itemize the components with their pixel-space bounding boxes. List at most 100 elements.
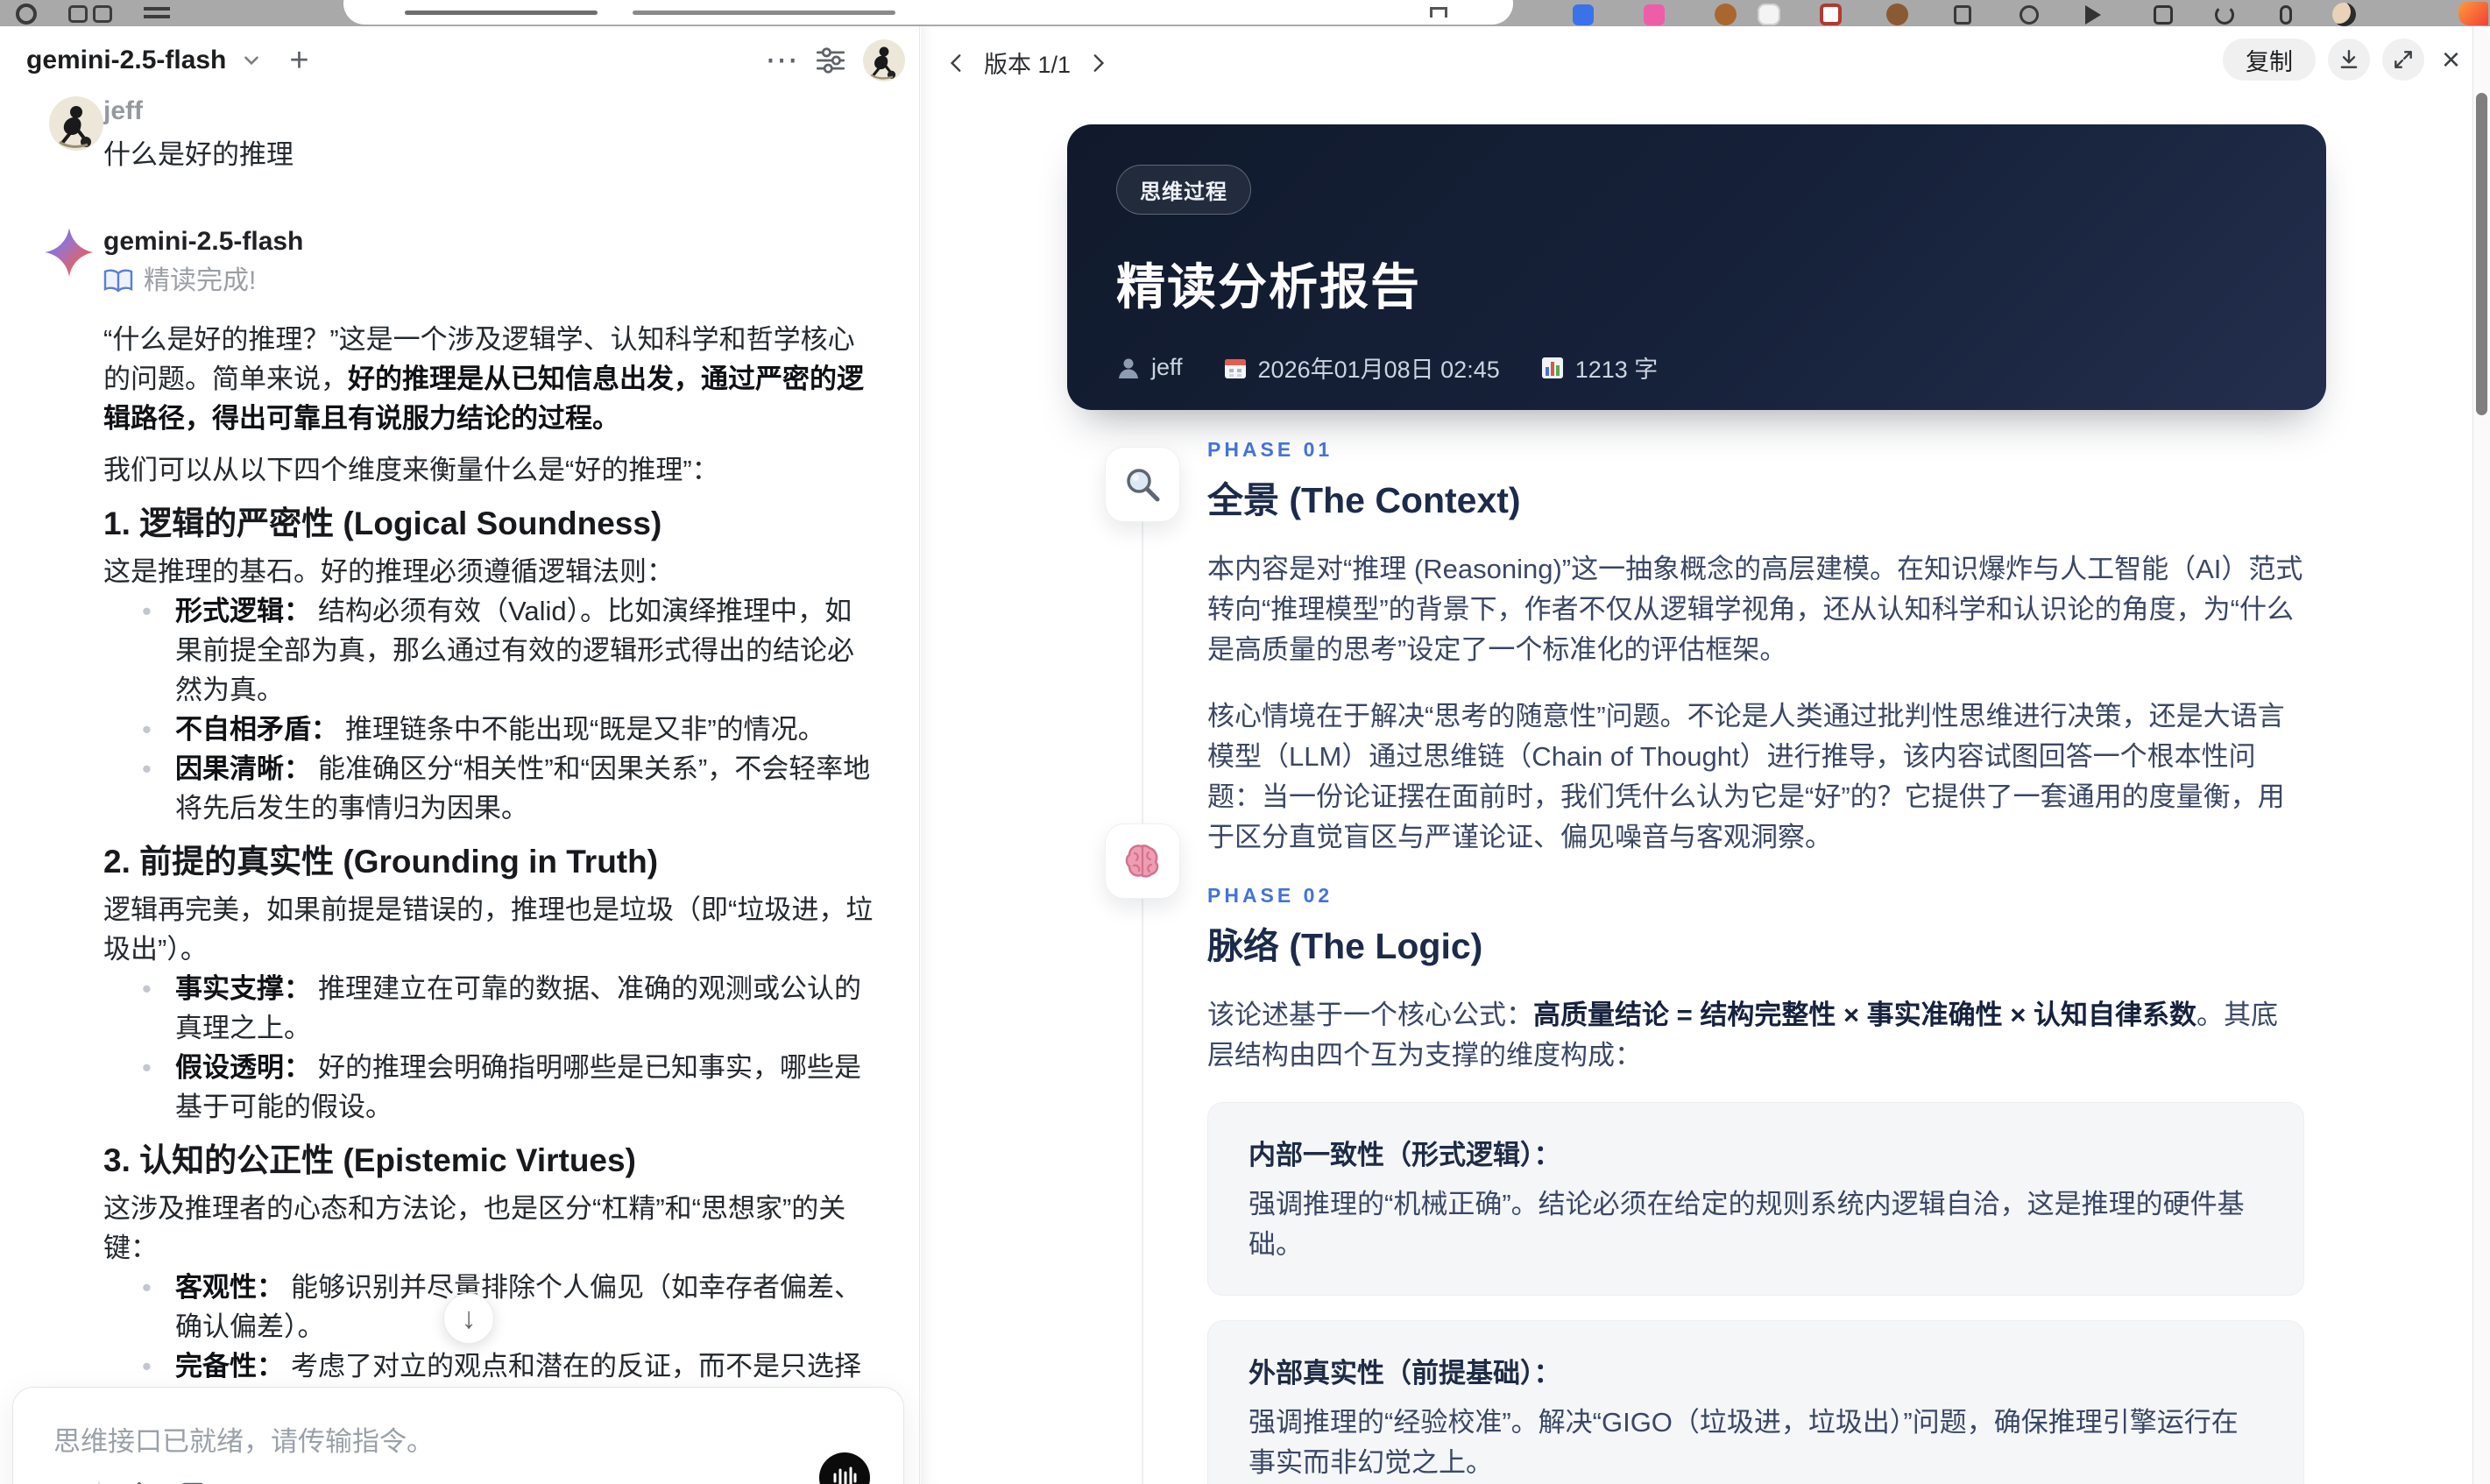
meta-author: jeff <box>1116 354 1183 381</box>
report-body: PHASE 01 全景 (The Context) 本内容是对“推理 (Reas… <box>1207 438 2304 1484</box>
download-button[interactable] <box>2327 39 2370 81</box>
magnifier-icon <box>1105 447 1180 522</box>
user-name: jeff <box>103 96 143 125</box>
section-desc: 这涉及推理者的心态和方法论，也是区分“杠精”和“思想家”的关键： <box>103 1193 846 1263</box>
report-badge: 思维过程 <box>1116 165 1251 215</box>
new-chat-button[interactable]: + <box>289 44 308 77</box>
section-heading: 1. 逻辑的严密性 (Logical Soundness) <box>103 505 662 541</box>
chat-message-list: jeff 什么是好的推理 gemini-2.5-flash 精读完成! “什么是… <box>0 82 919 1484</box>
extension-gray-icon[interactable] <box>1954 5 1971 25</box>
list-item: 事实支撑：推理建立在可靠的数据、准确的观测或公认的真理之上。 <box>103 969 874 1048</box>
dimension-card: 内部一致性（形式逻辑）： 强调推理的“机械正确”。结论必须在给定的规则系统内逻辑… <box>1207 1102 2304 1296</box>
download-icon <box>2340 50 2358 68</box>
bullet-list: 事实支撑：推理建立在可靠的数据、准确的观测或公认的真理之上。 假设透明：好的推理… <box>103 969 874 1127</box>
version-label: 版本 1/1 <box>984 52 1072 78</box>
close-button[interactable]: × <box>2442 39 2460 81</box>
tab-favicon-fragment[interactable] <box>16 4 37 25</box>
phase-timeline <box>1142 450 1143 1484</box>
copy-button[interactable]: 复制 <box>2222 39 2316 81</box>
profile-avatar[interactable] <box>2332 3 2356 26</box>
section-heading: 2. 前提的真实性 (Grounding in Truth) <box>103 844 659 880</box>
extension-blue-icon[interactable] <box>1573 4 1594 25</box>
extension-brown-icon[interactable] <box>1715 4 1737 25</box>
model-selector[interactable]: gemini-2.5-flash <box>26 46 226 75</box>
chevron-left-icon[interactable] <box>945 52 968 74</box>
phase1-paragraph: 核心情境在于解决“思考的随意性”问题。不论是人类通过批判性思维进行决策，还是大语… <box>1207 701 2285 852</box>
artifact-actions: 复制 × <box>2222 39 2460 81</box>
composer-placeholder: 思维接口已就绪，请传输指令。 <box>53 1426 434 1457</box>
url-text-fragment <box>405 11 598 15</box>
expand-button[interactable] <box>2381 39 2424 81</box>
version-nav: 版本 1/1 <box>945 46 1109 80</box>
artifact-panel: 版本 1/1 复制 × 思维过程 精读分析报告 jeff 2026年01月08日… <box>921 26 2490 1484</box>
open-book-icon <box>103 269 133 293</box>
card-title: 外部真实性（前提基础）： <box>1249 1358 1561 1389</box>
sparkle-diamonds-icon[interactable] <box>123 1480 156 1484</box>
page-scrollbar[interactable] <box>2472 26 2490 1484</box>
extension-play-icon[interactable] <box>2085 5 2101 25</box>
url-text-fragment2 <box>633 11 895 15</box>
attach-button[interactable]: + <box>53 1475 75 1484</box>
phase2-label: PHASE 02 <box>1207 884 1333 907</box>
phase1-label: PHASE 01 <box>1207 438 1333 461</box>
more-options-button[interactable]: ⋯ <box>765 44 798 77</box>
list-item: 形式逻辑：结构必须有效（Valid）。比如演绎推理中，如果前提全部为真，那么通过… <box>103 591 874 710</box>
extension-red-icon[interactable] <box>1820 4 1842 25</box>
composer-toolbar: + <box>53 1475 207 1484</box>
chevron-right-icon[interactable] <box>1086 52 1109 74</box>
expand-icon <box>2395 51 2412 68</box>
assistant-paragraph: 我们可以从以下四个维度来衡量什么是“好的推理”： <box>103 455 719 485</box>
message-composer[interactable]: 思维接口已就绪，请传输指令。 + <box>12 1387 904 1484</box>
bookmark-icon-fragment[interactable] <box>1430 7 1447 18</box>
bar-chart-icon <box>1541 357 1563 378</box>
chat-panel: gemini-2.5-flash + ⋯ jeff 什么是好的推理 gemini… <box>0 26 920 1484</box>
report-hero-card: 思维过程 精读分析报告 jeff 2026年01月08日 02:45 1213 … <box>1067 124 2326 410</box>
user-message-text: 什么是好的推理 <box>103 139 294 170</box>
browser-toolbar <box>0 0 2490 26</box>
extension-gray2-icon[interactable] <box>2020 5 2039 25</box>
scrollbar-thumb[interactable] <box>2476 93 2487 415</box>
browser-logo-orange[interactable] <box>2458 2 2488 25</box>
window-controls-fragment2[interactable] <box>93 5 112 23</box>
report-meta: jeff 2026年01月08日 02:45 1213 字 <box>1116 350 2277 385</box>
list-item: 不自相矛盾：推理链条中不能出现“既是又非”的情况。 <box>103 710 874 749</box>
extension-timer-icon[interactable] <box>2154 5 2173 25</box>
artifact-content: 思维过程 精读分析报告 jeff 2026年01月08日 02:45 1213 … <box>921 74 2490 1484</box>
extension-glyph-icon[interactable] <box>2280 5 2292 25</box>
app-window: gemini-2.5-flash + ⋯ jeff 什么是好的推理 gemini… <box>0 26 2490 1484</box>
section-heading: 3. 认知的公正性 (Epistemic Virtues) <box>103 1142 636 1178</box>
status-line: 精读完成! <box>103 264 874 299</box>
extension-brown2-icon[interactable] <box>1886 4 1908 25</box>
phase1-paragraph: 本内容是对“推理 (Reasoning)”这一抽象概念的高层建模。在知识爆炸与人… <box>1207 554 2303 665</box>
meta-date: 2026年01月08日 02:45 <box>1223 350 1500 385</box>
card-title: 内部一致性（形式逻辑）： <box>1249 1140 1561 1170</box>
settings-sliders-icon[interactable] <box>810 40 851 81</box>
address-bar[interactable] <box>343 0 1513 25</box>
extension-pink-icon[interactable] <box>1644 4 1665 25</box>
menu-icon[interactable] <box>144 7 170 11</box>
meta-word-count: 1213 字 <box>1540 350 1658 385</box>
phase2-title: 脉络 (The Logic) <box>1207 926 1483 966</box>
report-title: 精读分析报告 <box>1116 259 1421 314</box>
brain-icon <box>1105 823 1180 899</box>
chat-header: gemini-2.5-flash + ⋯ <box>0 26 919 82</box>
window-controls-fragment[interactable] <box>68 5 88 23</box>
chevron-down-icon[interactable] <box>240 49 263 72</box>
extension-white-icon[interactable] <box>1758 4 1780 25</box>
list-item: 假设透明：好的推理会明确指明哪些是已知事实，哪些是基于可能的假设。 <box>103 1048 874 1127</box>
dimension-card: 外部真实性（前提基础）： 强调推理的“经验校准”。解决“GIGO（垃圾进，垃圾出… <box>1207 1320 2304 1484</box>
list-item: 因果清晰：能准确区分“相关性”和“因果关系”，不会轻率地将先后发生的事情归为因果… <box>103 749 874 828</box>
user-avatar[interactable] <box>863 39 905 81</box>
bookmark-icon[interactable] <box>179 1480 207 1484</box>
person-icon <box>1119 358 1138 378</box>
card-body: 强调推理的“经验校准”。解决“GIGO（垃圾进，垃圾出）”问题，确保推理引擎运行… <box>1249 1407 2239 1478</box>
section-desc: 逻辑再完美，如果前提是错误的，推理也是垃圾（即“垃圾进，垃圾出”）。 <box>103 894 874 965</box>
user-avatar <box>49 96 103 151</box>
user-message: jeff 什么是好的推理 <box>49 95 874 174</box>
waveform-icon <box>833 1466 857 1484</box>
scroll-to-bottom-button[interactable]: ↓ <box>443 1293 494 1344</box>
section-desc: 这是推理的基石。好的推理必须遵循逻辑法则： <box>103 556 674 587</box>
assistant-paragraph: “什么是好的推理？”这是一个涉及逻辑学、认知科学和哲学核心的问题。简单来说，好的… <box>103 324 864 434</box>
calendar-icon <box>1224 358 1246 378</box>
extension-circle-icon[interactable] <box>2215 5 2234 25</box>
